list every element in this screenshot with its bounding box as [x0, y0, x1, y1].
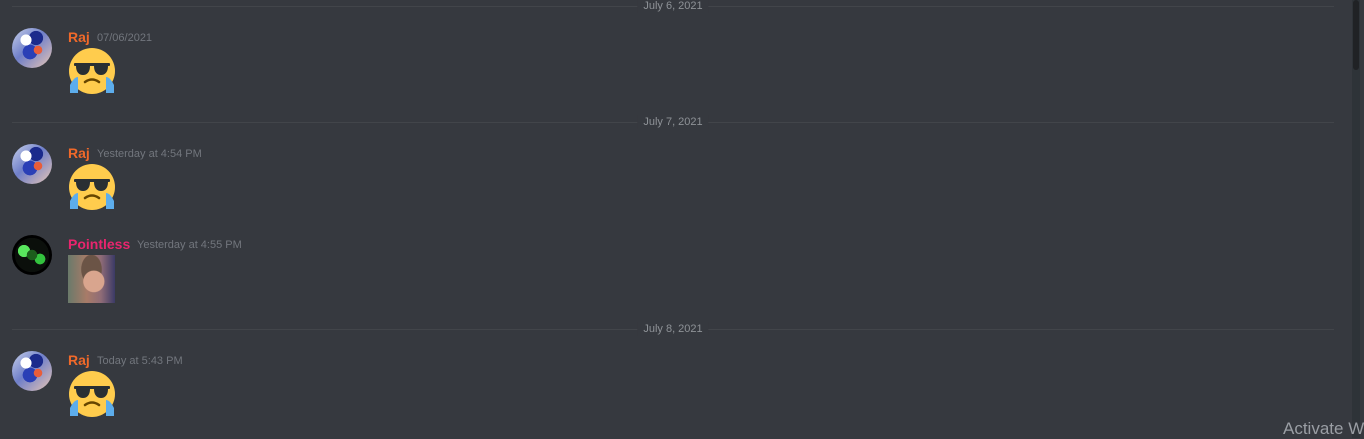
avatar[interactable]: [12, 351, 52, 391]
message-author[interactable]: Pointless: [68, 236, 130, 252]
image-attachment[interactable]: [68, 255, 115, 303]
message-author[interactable]: Raj: [68, 145, 90, 161]
date-divider-label: July 7, 2021: [637, 115, 709, 129]
activate-windows-watermark: Activate W: [1283, 419, 1364, 438]
date-divider-label: July 8, 2021: [637, 322, 709, 336]
sunglasses-crying-emoji-icon: [68, 47, 116, 95]
scrollbar-thumb[interactable]: [1353, 0, 1359, 70]
date-divider: July 7, 2021: [12, 115, 1334, 129]
sunglasses-crying-emoji-icon: [68, 370, 116, 418]
chat-messages: July 6, 2021 Raj 07/06/2021 July 7, 2021…: [0, 0, 1344, 438]
avatar[interactable]: [12, 235, 52, 275]
message-author[interactable]: Raj: [68, 352, 90, 368]
message-author[interactable]: Raj: [68, 29, 90, 45]
message-timestamp: Today at 5:43 PM: [97, 355, 183, 367]
sunglasses-crying-emoji-icon: [68, 163, 116, 211]
avatar[interactable]: [12, 28, 52, 68]
date-divider: July 8, 2021: [12, 322, 1334, 336]
message-timestamp: Yesterday at 4:55 PM: [137, 239, 242, 251]
date-divider-label: July 6, 2021: [637, 0, 709, 13]
message-timestamp: Yesterday at 4:54 PM: [97, 148, 202, 160]
date-divider: July 6, 2021: [12, 0, 1334, 13]
avatar[interactable]: [12, 144, 52, 184]
message-timestamp: 07/06/2021: [97, 32, 153, 44]
